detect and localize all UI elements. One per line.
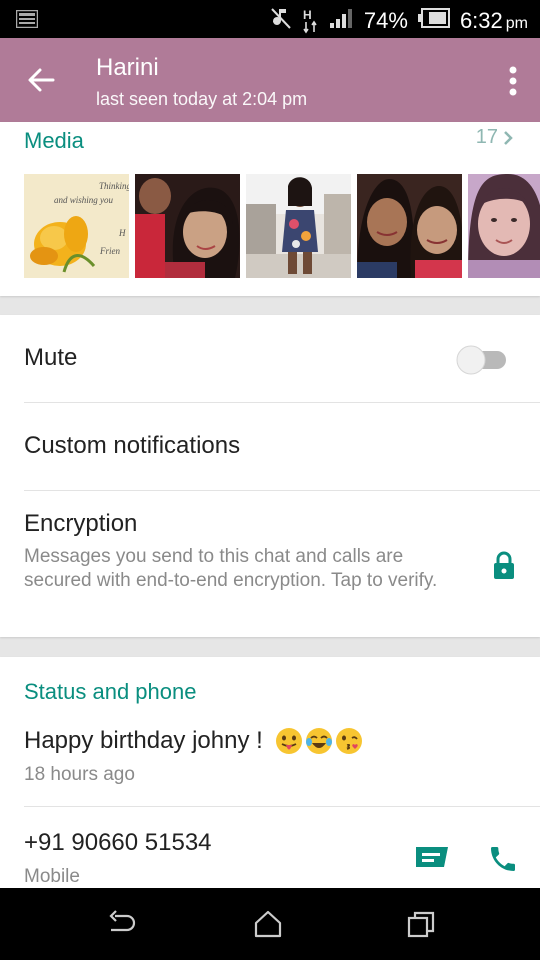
encryption-label: Encryption [24,510,138,537]
media-title: Media [24,128,84,153]
thumb-text-line: Thinking [99,181,129,191]
media-count-link[interactable]: 17 [476,126,514,149]
battery-percent: 74% [363,7,408,33]
clock-ampm: pm [505,14,528,32]
lock-icon [492,551,516,581]
status-timestamp: 18 hours ago [24,764,135,785]
mute-toggle[interactable] [456,345,508,375]
media-thumbnail[interactable]: Thinking and wishing you H Frien [24,174,129,278]
thumb-text-line: and wishing you [54,195,114,205]
media-thumbnail[interactable] [468,174,540,278]
mute-row[interactable]: Mute [0,315,540,403]
last-seen-text: last seen today at 2:04 pm [96,89,308,109]
tears-of-joy-emoji-icon [305,728,332,754]
status-bar: H 74% 6:32 pm [0,0,540,38]
status-and-phone-title: Status and phone [24,679,197,704]
phone-number: +91 90660 51534 [24,829,212,856]
contact-name[interactable]: Harini [96,54,159,82]
phone-call-icon[interactable] [487,843,519,875]
media-thumbnail[interactable] [135,174,240,278]
phone-type: Mobile [24,866,80,887]
custom-notifications-label: Custom notifications [24,432,241,459]
back-arrow-icon[interactable] [26,65,56,95]
thumb-text-line: H [118,228,126,238]
signal-strength-icon [329,8,354,33]
navigation-bar [0,888,540,960]
back-nav-icon[interactable] [107,910,137,938]
home-nav-icon[interactable] [253,910,283,938]
status-text: Happy birthday johny ! [24,727,263,754]
face-blowing-kiss-emoji-icon [335,728,362,754]
recent-apps-nav-icon[interactable] [406,910,436,938]
message-icon[interactable] [414,845,450,873]
battery-icon [417,8,450,33]
chat-settings-section: Mute Custom notifications Encryption Mes… [0,315,540,637]
chevron-right-icon [504,130,513,145]
thumb-text-line: Frien [99,246,120,256]
status-message: Happy birthday johny ! [24,727,363,755]
music-off-icon [270,6,292,35]
tongue-out-emoji-icon [275,728,302,754]
network-type-icon: H [302,8,320,34]
custom-notifications-row[interactable]: Custom notifications [0,403,540,491]
clock-time: 6:32 [459,7,503,33]
media-thumbnails: Thinking and wishing you H Frien [24,174,540,278]
more-options-icon[interactable] [508,66,518,96]
media-section: Media 17 Thinking and wishing you H Frie… [0,122,540,296]
app-bar: Harini last seen today at 2:04 pm [0,38,540,122]
encryption-description: Messages you send to this chat and calls… [24,546,438,591]
svg-text:H: H [303,8,312,22]
media-count: 17 [475,126,498,148]
media-thumbnail[interactable] [357,174,462,278]
status-and-phone-section: Status and phone Happy birthday johny ! … [0,657,540,888]
mute-label: Mute [24,344,78,371]
screenshot-notification-icon [15,9,39,33]
media-thumbnail[interactable] [246,174,351,278]
